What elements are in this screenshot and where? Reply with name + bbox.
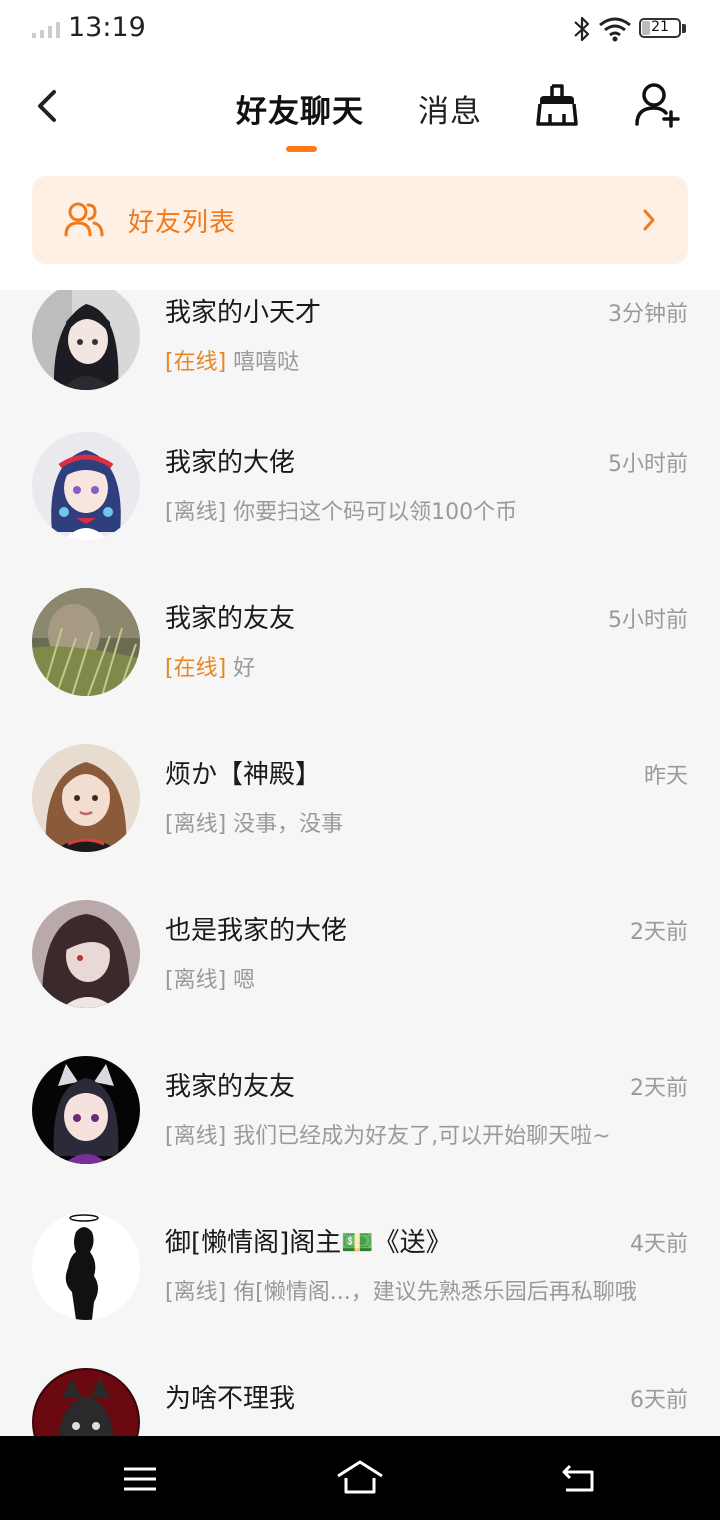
chat-message: 没事，没事 <box>233 812 344 837</box>
chat-time: 5小时前 <box>608 452 688 477</box>
avatar[interactable] <box>32 744 140 852</box>
add-friend-icon[interactable] <box>632 80 682 130</box>
chat-name: 我家的大佬 <box>165 448 296 478</box>
anime-girl-dark-hair-icon <box>32 290 140 390</box>
menu-icon[interactable] <box>122 1466 158 1492</box>
chat-time: 昨天 <box>643 764 688 789</box>
chat-preview: [在线] 好 <box>165 650 255 682</box>
avatar[interactable] <box>32 1368 140 1436</box>
silhouette-icon <box>32 1212 140 1320</box>
status-online: [在线] <box>165 656 227 681</box>
dark-wolf-icon <box>32 1368 140 1436</box>
battery-icon: 21 <box>639 18 681 38</box>
cat-ear-girl-icon <box>32 1056 140 1164</box>
status-offline: [离线] <box>165 500 227 525</box>
signal-icon <box>32 22 60 38</box>
chat-preview: [离线] 我们已经成为好友了,可以开始聊天啦~ <box>165 1118 611 1150</box>
chat-name: 烦か【神殿】 <box>165 760 322 790</box>
header: 好友聊天 消息 好友列表 <box>0 58 720 290</box>
battery-tip <box>682 24 686 33</box>
chat-item[interactable]: 我家的大佬 5小时前 [离线] 你要扫这个码可以领100个币 <box>0 412 720 568</box>
girl-selfie-icon <box>32 744 140 852</box>
chat-message: 嘻嘻哒 <box>233 350 300 375</box>
chat-message: 我们已经成为好友了,可以开始聊天啦~ <box>233 1124 611 1149</box>
chat-preview: [离线] 嗯 <box>165 962 255 994</box>
chat-time: 2天前 <box>630 1076 688 1101</box>
battery-level: 21 <box>651 19 669 35</box>
avatar[interactable] <box>32 290 140 390</box>
avatar[interactable] <box>32 432 140 540</box>
chat-time: 5小时前 <box>608 608 688 633</box>
chat-time: 6天前 <box>630 1388 688 1413</box>
avatar[interactable] <box>32 588 140 696</box>
chat-item[interactable]: 御[懒情阁]阁主💵《送》 4天前 [离线] 侑[懒情阁...，建议先熟悉乐园后再… <box>0 1192 720 1348</box>
status-offline: [离线] <box>165 1280 227 1305</box>
chat-preview: [在线] 嘻嘻哒 <box>165 344 299 376</box>
chat-item[interactable]: 也是我家的大佬 2天前 [离线] 嗯 <box>0 880 720 1036</box>
status-offline: [离线] <box>165 968 227 993</box>
friends-icon <box>64 202 104 237</box>
wifi-icon <box>599 17 631 42</box>
back-icon[interactable] <box>560 1462 598 1494</box>
chat-preview: [离线] 没事，没事 <box>165 806 343 838</box>
chat-name: 我家的友友 <box>165 604 296 634</box>
chevron-right-icon <box>643 209 655 231</box>
chat-name: 也是我家的大佬 <box>165 916 348 946</box>
chat-item[interactable]: 我家的友友 2天前 [离线] 我们已经成为好友了,可以开始聊天啦~ <box>0 1036 720 1192</box>
dark-hair-girl-icon <box>32 900 140 1008</box>
status-offline: [离线] <box>165 1124 227 1149</box>
chat-name: 御[懒情阁]阁主💵《送》 <box>165 1228 452 1258</box>
home-icon[interactable] <box>335 1458 385 1498</box>
chat-time: 2天前 <box>630 920 688 945</box>
chat-name: 我家的小天才 <box>165 298 322 328</box>
chat-item[interactable]: 为啥不理我 6天前 <box>0 1348 720 1436</box>
chat-preview: [离线] 侑[懒情阁...，建议先熟悉乐园后再私聊哦 <box>165 1274 637 1306</box>
chat-message: 嗯 <box>233 968 256 993</box>
chat-time: 4天前 <box>630 1232 688 1257</box>
chat-message: 你要扫这个码可以领100个币 <box>233 500 518 525</box>
system-navigation-bar <box>0 1436 720 1520</box>
chat-time: 3分钟前 <box>608 302 688 327</box>
chat-preview: [离线] 你要扫这个码可以领100个币 <box>165 494 517 526</box>
clock: 13:19 <box>68 12 146 43</box>
chat-list[interactable]: 我家的小天才 3分钟前 [在线] 嘻嘻哒 我家的大佬 5小时前 [离线] 你要扫… <box>0 290 720 1436</box>
status-bar: 13:19 21 <box>0 0 720 58</box>
chat-name: 我家的友友 <box>165 1072 296 1102</box>
back-arrow-icon[interactable] <box>28 84 68 128</box>
clean-broom-icon[interactable] <box>532 80 582 130</box>
friend-list-label: 好友列表 <box>128 208 237 238</box>
chat-message: 好 <box>233 656 256 681</box>
bluetooth-icon <box>574 16 590 42</box>
chat-item[interactable]: 我家的小天才 3分钟前 [在线] 嘻嘻哒 <box>0 290 720 412</box>
status-online: [在线] <box>165 350 227 375</box>
avatar[interactable] <box>32 900 140 1008</box>
tab-messages[interactable]: 消息 <box>418 86 482 131</box>
avatar[interactable] <box>32 1056 140 1164</box>
friend-list-button[interactable]: 好友列表 <box>32 176 688 264</box>
status-offline: [离线] <box>165 812 227 837</box>
chat-message: 侑[懒情阁...，建议先熟悉乐园后再私聊哦 <box>233 1280 637 1305</box>
grass-photo-icon <box>32 588 140 696</box>
anime-girl-blue-hair-icon <box>32 432 140 540</box>
active-tab-indicator <box>286 146 317 152</box>
avatar[interactable] <box>32 1212 140 1320</box>
chat-item[interactable]: 烦か【神殿】 昨天 [离线] 没事，没事 <box>0 724 720 880</box>
chat-item[interactable]: 我家的友友 5小时前 [在线] 好 <box>0 568 720 724</box>
tab-friend-chat[interactable]: 好友聊天 <box>236 86 364 131</box>
chat-name: 为啥不理我 <box>165 1384 296 1414</box>
